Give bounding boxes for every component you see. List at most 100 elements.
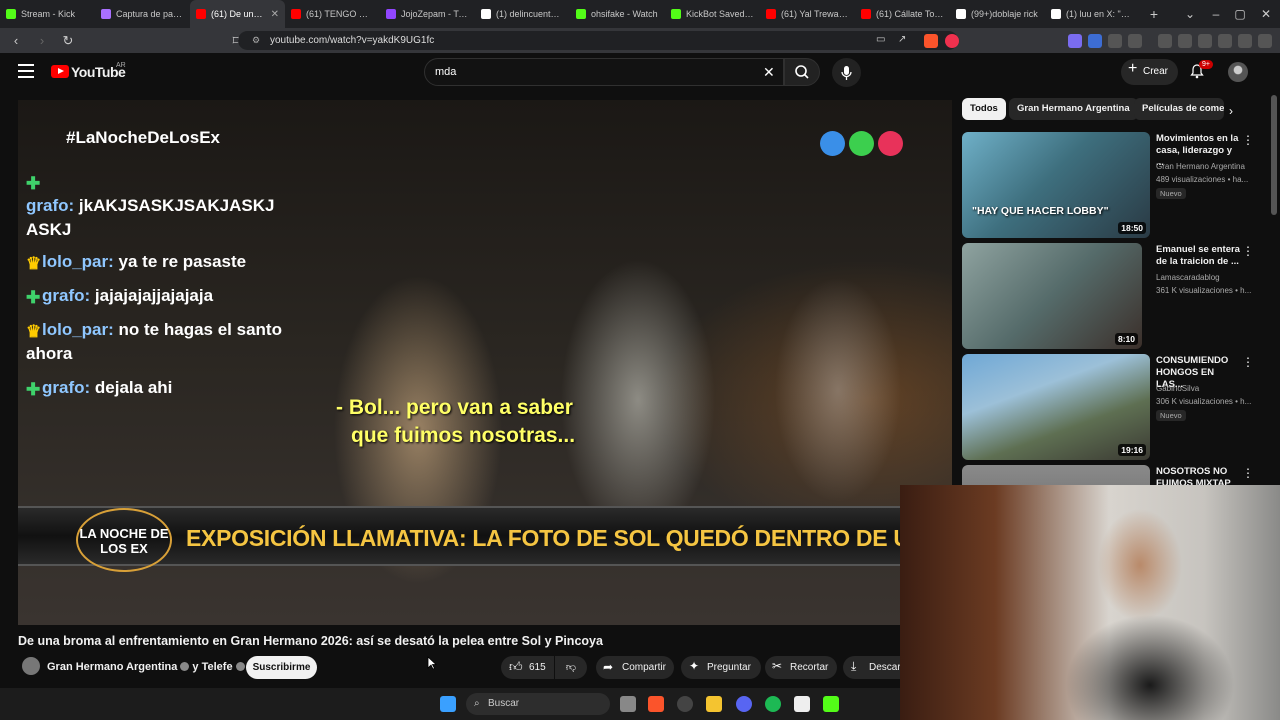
plus-icon: + xyxy=(1128,60,1138,77)
chevron-right-icon[interactable]: › xyxy=(1229,104,1233,118)
browser-tab[interactable]: (99+)doblaje rick xyxy=(950,0,1045,28)
recommendation-channel[interactable]: Lamascaradablog xyxy=(1156,273,1252,282)
leo-icon[interactable] xyxy=(1218,34,1232,48)
extension-icon[interactable] xyxy=(1088,34,1102,48)
capcut-icon[interactable] xyxy=(794,696,810,712)
chip-gran-hermano[interactable]: Gran Hermano Argentina xyxy=(1009,98,1138,120)
spotify-icon[interactable] xyxy=(765,696,781,712)
browser-tab[interactable]: (61) De una broma ✕ xyxy=(190,0,285,28)
banner-headline: EXPOSICIÓN LLAMATIVA: LA FOTO DE SOL QUE… xyxy=(186,525,952,551)
task-view-icon[interactable] xyxy=(620,696,636,712)
webcam-overlay xyxy=(900,485,1280,720)
recommendation-title[interactable]: Emanuel se entera de la traicion de ... xyxy=(1156,244,1242,268)
browser-tab[interactable]: (1) luu en X: "El n xyxy=(1045,0,1140,28)
recommended-video[interactable]: "HAY QUE HACER LOBBY" 18:50 Movimientos … xyxy=(962,132,1254,238)
more-options-icon[interactable]: ⋮ xyxy=(1242,244,1254,258)
clear-search-icon[interactable]: ✕ xyxy=(763,64,775,81)
close-tab-icon[interactable]: ✕ xyxy=(271,9,279,20)
subscribe-button[interactable]: Suscribirme xyxy=(246,656,317,679)
recommended-video[interactable]: 8:10 Emanuel se entera de la traicion de… xyxy=(962,243,1254,349)
windows-start-icon[interactable] xyxy=(440,696,456,712)
video-thumbnail[interactable]: "HAY QUE HACER LOBBY" 18:50 xyxy=(962,132,1150,238)
cast-icon[interactable]: ▭ xyxy=(876,34,885,45)
app-icon[interactable] xyxy=(677,696,693,712)
tab-favicon-icon xyxy=(1051,9,1061,19)
search-button[interactable] xyxy=(784,58,820,86)
kick-icon[interactable] xyxy=(823,696,839,712)
chip-comedy[interactable]: Películas de comedia xyxy=(1134,98,1224,120)
brave-shield-icon[interactable] xyxy=(924,34,938,48)
puzzle-icon[interactable] xyxy=(1128,34,1142,48)
browser-tab[interactable]: JojoZepam - Twitch xyxy=(380,0,475,28)
url-field[interactable]: youtube.com/watch?v=yakdK9UG1fc xyxy=(238,31,958,50)
menu-icon[interactable] xyxy=(18,64,34,78)
recommendation-channel[interactable]: Gran Hermano Argentina xyxy=(1156,162,1252,171)
tab-favicon-icon xyxy=(861,9,871,19)
voice-search-button[interactable] xyxy=(832,58,861,87)
recommendation-title[interactable]: NOSOTROS NO FUIMOS MIXTAP xyxy=(1156,466,1242,487)
extension-icon[interactable] xyxy=(1068,34,1082,48)
tab-title: (99+)doblaje rick xyxy=(971,9,1038,19)
taskbar-search[interactable]: Buscar xyxy=(466,693,610,715)
brave-rewards-icon[interactable] xyxy=(945,34,959,48)
menu-icon[interactable] xyxy=(1258,34,1272,48)
browser-tab[interactable]: Captura de pantalla xyxy=(95,0,190,28)
channel-avatar[interactable] xyxy=(22,657,40,675)
channel-name[interactable]: Gran Hermano Argentina y Telefe xyxy=(47,661,248,673)
thumbs-down-icon: 👎︎ xyxy=(565,662,577,673)
page-scrollbar[interactable] xyxy=(1271,95,1277,215)
close-window-button[interactable]: ✕ xyxy=(1248,0,1280,28)
subtitle-line: que fuimos nosotras... xyxy=(351,424,576,447)
crown-icon: ♛ xyxy=(26,254,42,273)
chip-all[interactable]: Todos xyxy=(962,98,1006,120)
reload-button[interactable]: ↻ xyxy=(58,33,78,49)
new-badge: Nuevo xyxy=(1156,188,1186,199)
recommendation-channel[interactable]: GabinoSilva xyxy=(1156,384,1252,393)
vpn-icon[interactable] xyxy=(1238,34,1252,48)
badge-icon: ✚ xyxy=(26,380,41,399)
discord-icon[interactable] xyxy=(736,696,752,712)
telefe-logo-dot-green xyxy=(849,131,874,156)
share-icon[interactable]: ↗ xyxy=(898,34,906,45)
forward-button[interactable]: › xyxy=(32,33,52,48)
dislike-button[interactable]: 👎︎ xyxy=(555,656,587,679)
browser-tab[interactable]: ohsifake - Watch xyxy=(570,0,665,28)
browser-tab[interactable]: (1) delincuente en xyxy=(475,0,570,28)
youtube-header: YouTube AR mda ✕ Crear + 9+ xyxy=(0,53,1280,95)
duration-badge: 8:10 xyxy=(1114,333,1138,345)
media-icon[interactable] xyxy=(1158,34,1172,48)
new-tab-button[interactable]: + xyxy=(1144,6,1164,22)
sidebar-icon[interactable] xyxy=(1178,34,1192,48)
file-explorer-icon[interactable] xyxy=(706,696,722,712)
recommended-video[interactable]: NOSOTROS NO FUIMOS MIXTAP ⋮ xyxy=(962,465,1252,487)
extension-icon[interactable] xyxy=(1108,34,1122,48)
video-player[interactable]: #LaNocheDeLosEx ✚ grafo: jkAKJSASKJSAKJA… xyxy=(18,100,952,625)
more-options-icon[interactable]: ⋮ xyxy=(1242,133,1254,147)
telefe-logo-dot-red xyxy=(878,131,903,156)
youtube-logo-icon[interactable] xyxy=(51,65,69,78)
back-button[interactable]: ‹ xyxy=(6,33,26,48)
brave-browser-icon[interactable] xyxy=(648,696,664,712)
more-options-icon[interactable]: ⋮ xyxy=(1242,466,1252,480)
account-avatar[interactable] xyxy=(1228,62,1248,82)
thumbs-up-icon: 👍︎ xyxy=(509,659,523,674)
browser-tab[interactable]: (61) Cállate Tonto xyxy=(855,0,950,28)
video-thumbnail[interactable] xyxy=(962,465,1150,487)
site-info-icon[interactable]: ⚙ xyxy=(252,35,260,46)
browser-tab[interactable]: KickBot Saved Wo xyxy=(665,0,760,28)
duration-badge: 19:16 xyxy=(1118,444,1146,456)
wallet-icon[interactable] xyxy=(1198,34,1212,48)
browser-tab[interactable]: (61) TENGO QUE xyxy=(285,0,380,28)
video-thumbnail[interactable]: 19:16 xyxy=(962,354,1150,460)
chat-message: ✚ grafo: jajajajajjajajaja xyxy=(26,286,214,307)
browser-tab[interactable]: Stream - Kick xyxy=(0,0,95,28)
recommended-video[interactable]: 19:16 CONSUMIENDO HONGOS EN LAS... Gabin… xyxy=(962,354,1254,460)
more-options-icon[interactable]: ⋮ xyxy=(1242,355,1254,369)
tab-title: (61) De una broma xyxy=(211,9,267,19)
tab-title: ohsifake - Watch xyxy=(591,9,658,19)
search-input[interactable]: mda xyxy=(424,58,784,86)
recommendation-views: 306 K visualizaciones • h... xyxy=(1156,397,1252,406)
browser-tab[interactable]: (61) Yal Trewa - P xyxy=(760,0,855,28)
verified-icon xyxy=(180,662,190,671)
video-thumbnail[interactable]: 8:10 xyxy=(962,243,1142,349)
